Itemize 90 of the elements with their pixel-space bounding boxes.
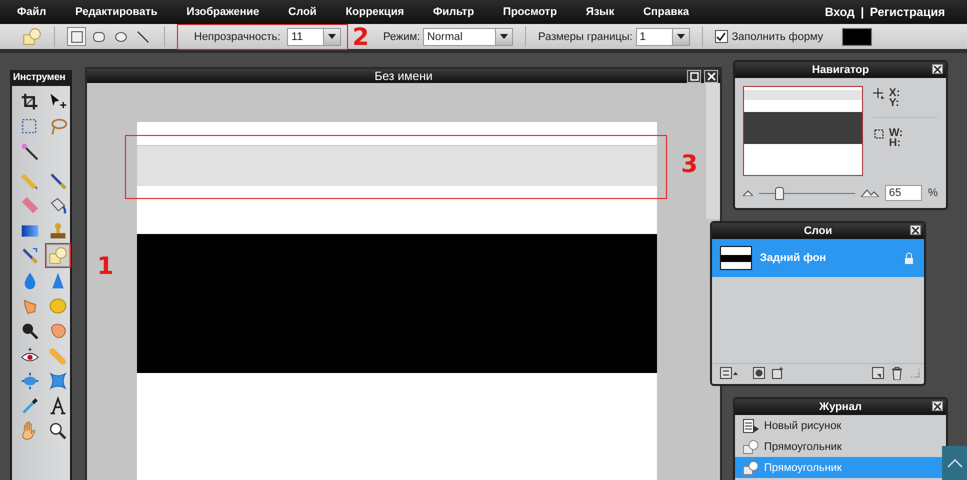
border-size-dropdown[interactable]: 1 (636, 28, 690, 46)
layer-mask-icon[interactable] (753, 367, 765, 379)
maximize-button[interactable] (687, 70, 701, 83)
shapes-icon (743, 440, 759, 454)
dropdown-arrow-icon (676, 34, 685, 39)
magnifier-icon (20, 320, 40, 340)
zoom-icon (48, 420, 68, 440)
opacity-label: Непрозрачность: (194, 30, 280, 42)
panel-title: Инструмен (12, 70, 70, 86)
pinch-icon (48, 370, 68, 390)
dropdown-arrow-icon (328, 34, 336, 39)
menu-item[interactable]: Просмотр (503, 6, 557, 18)
opacity-dropdown[interactable]: 11 (287, 28, 342, 46)
y-label: Y: (889, 98, 900, 108)
eraser-icon (20, 196, 40, 216)
maximize-icon (690, 72, 698, 81)
dropdown-arrow-icon (500, 34, 508, 39)
new-layer-icon[interactable] (872, 367, 884, 379)
shapes-icon (22, 26, 42, 46)
fill-shape-label: Заполнить форму (732, 30, 824, 42)
zoom-in-icon (861, 189, 879, 197)
layer-name: Задний фон (760, 252, 828, 264)
panel-title: Слои (804, 225, 832, 237)
width-label: W: (889, 128, 903, 138)
mode-label: Режим: (383, 30, 420, 42)
rectangle-shape-button[interactable] (67, 27, 86, 46)
panel-title: Навигатор (812, 64, 869, 76)
login-link[interactable]: Вход (824, 5, 855, 19)
layer-settings-icon[interactable] (720, 367, 738, 379)
scroll-top-button[interactable] (942, 446, 967, 480)
menu-item[interactable]: Файл (17, 6, 46, 18)
rectangle-icon (68, 28, 84, 44)
layer-thumbnail (720, 246, 752, 270)
register-link[interactable]: Регистрация (870, 5, 945, 19)
border-size-label: Размеры границы: (538, 30, 633, 42)
crop-icon (20, 92, 40, 112)
separator-text: | (860, 5, 864, 19)
close-icon (934, 66, 941, 72)
annotation-number: 1 (97, 254, 114, 278)
close-button[interactable] (910, 225, 921, 235)
menu-item[interactable]: Фильтр (433, 6, 474, 18)
trash-icon[interactable] (891, 366, 903, 380)
paint-bucket-icon (48, 196, 68, 216)
line-icon (134, 28, 150, 44)
resize-grip-icon[interactable] (910, 368, 920, 378)
history-item[interactable]: Новый рисунок (735, 415, 946, 436)
shapes-tool-button[interactable] (45, 243, 71, 268)
layer-styles-icon[interactable] (772, 367, 784, 379)
close-icon (934, 402, 941, 410)
caret-icon (946, 458, 962, 468)
close-button[interactable] (932, 64, 943, 74)
shapes-icon (743, 460, 759, 474)
magic-wand-icon (20, 142, 40, 162)
fill-color-swatch[interactable] (842, 28, 872, 46)
close-icon (912, 226, 919, 234)
zoom-field[interactable]: 65 (885, 185, 922, 201)
color-replace-icon (20, 246, 40, 266)
menu-item[interactable]: Язык (586, 6, 614, 18)
mode-dropdown[interactable]: Normal (423, 28, 514, 46)
close-icon (706, 72, 716, 81)
eyedropper-icon (20, 396, 40, 416)
menu-item[interactable]: Редактировать (75, 6, 158, 18)
navigator-preview[interactable] (743, 86, 863, 176)
panel-title: Журнал (819, 401, 862, 413)
scrollbar[interactable] (706, 83, 720, 219)
selection-size-icon (873, 128, 885, 140)
close-button[interactable] (704, 70, 718, 83)
shapes-icon (48, 246, 68, 266)
bandage-icon (48, 346, 68, 366)
menu-item[interactable]: Справка (643, 6, 690, 18)
menu-item[interactable]: Коррекция (346, 6, 404, 18)
brush-icon (48, 170, 68, 190)
crosshair-icon (873, 88, 885, 100)
fill-shape-checkbox[interactable] (714, 30, 728, 43)
type-tool-icon (48, 396, 68, 416)
x-label: X: (889, 88, 900, 98)
annotation-number: 3 (681, 152, 698, 176)
window-title: Без имени (374, 69, 433, 83)
bloat-icon (20, 370, 40, 390)
height-label: H: (889, 138, 902, 148)
new-document-icon (743, 418, 759, 432)
close-button[interactable] (932, 401, 943, 411)
percent-label: % (928, 187, 938, 199)
annotation-number: 2 (352, 24, 370, 48)
zoom-out-icon (743, 190, 753, 196)
stamp-icon (48, 220, 68, 240)
menu-item[interactable]: Изображение (186, 6, 260, 18)
history-item[interactable]: Прямоугольник (735, 436, 946, 457)
slider-thumb[interactable] (775, 186, 784, 200)
menu-item[interactable]: Слой (288, 6, 317, 18)
